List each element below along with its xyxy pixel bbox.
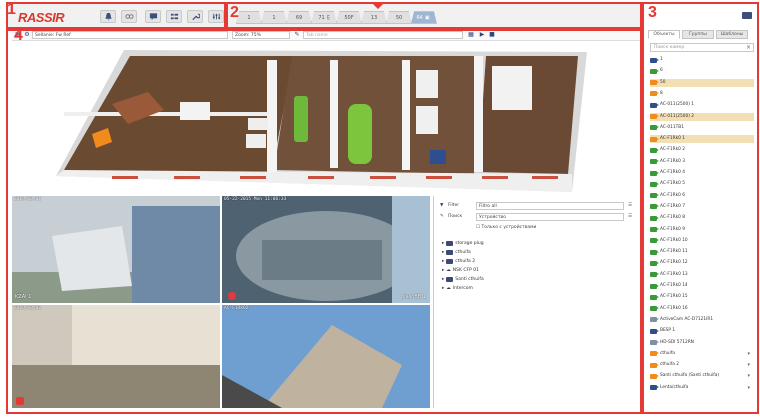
callout-number-2: 2 bbox=[230, 4, 239, 21]
callout-frame-2 bbox=[226, 2, 642, 29]
callout-number-4: 4 bbox=[14, 27, 23, 44]
callout-frame-3 bbox=[642, 2, 759, 414]
callout-number-3: 3 bbox=[648, 4, 657, 21]
callout-number-1: 1 bbox=[7, 1, 16, 18]
callout-frame-4 bbox=[6, 29, 642, 414]
callout-frame-1 bbox=[6, 2, 226, 29]
